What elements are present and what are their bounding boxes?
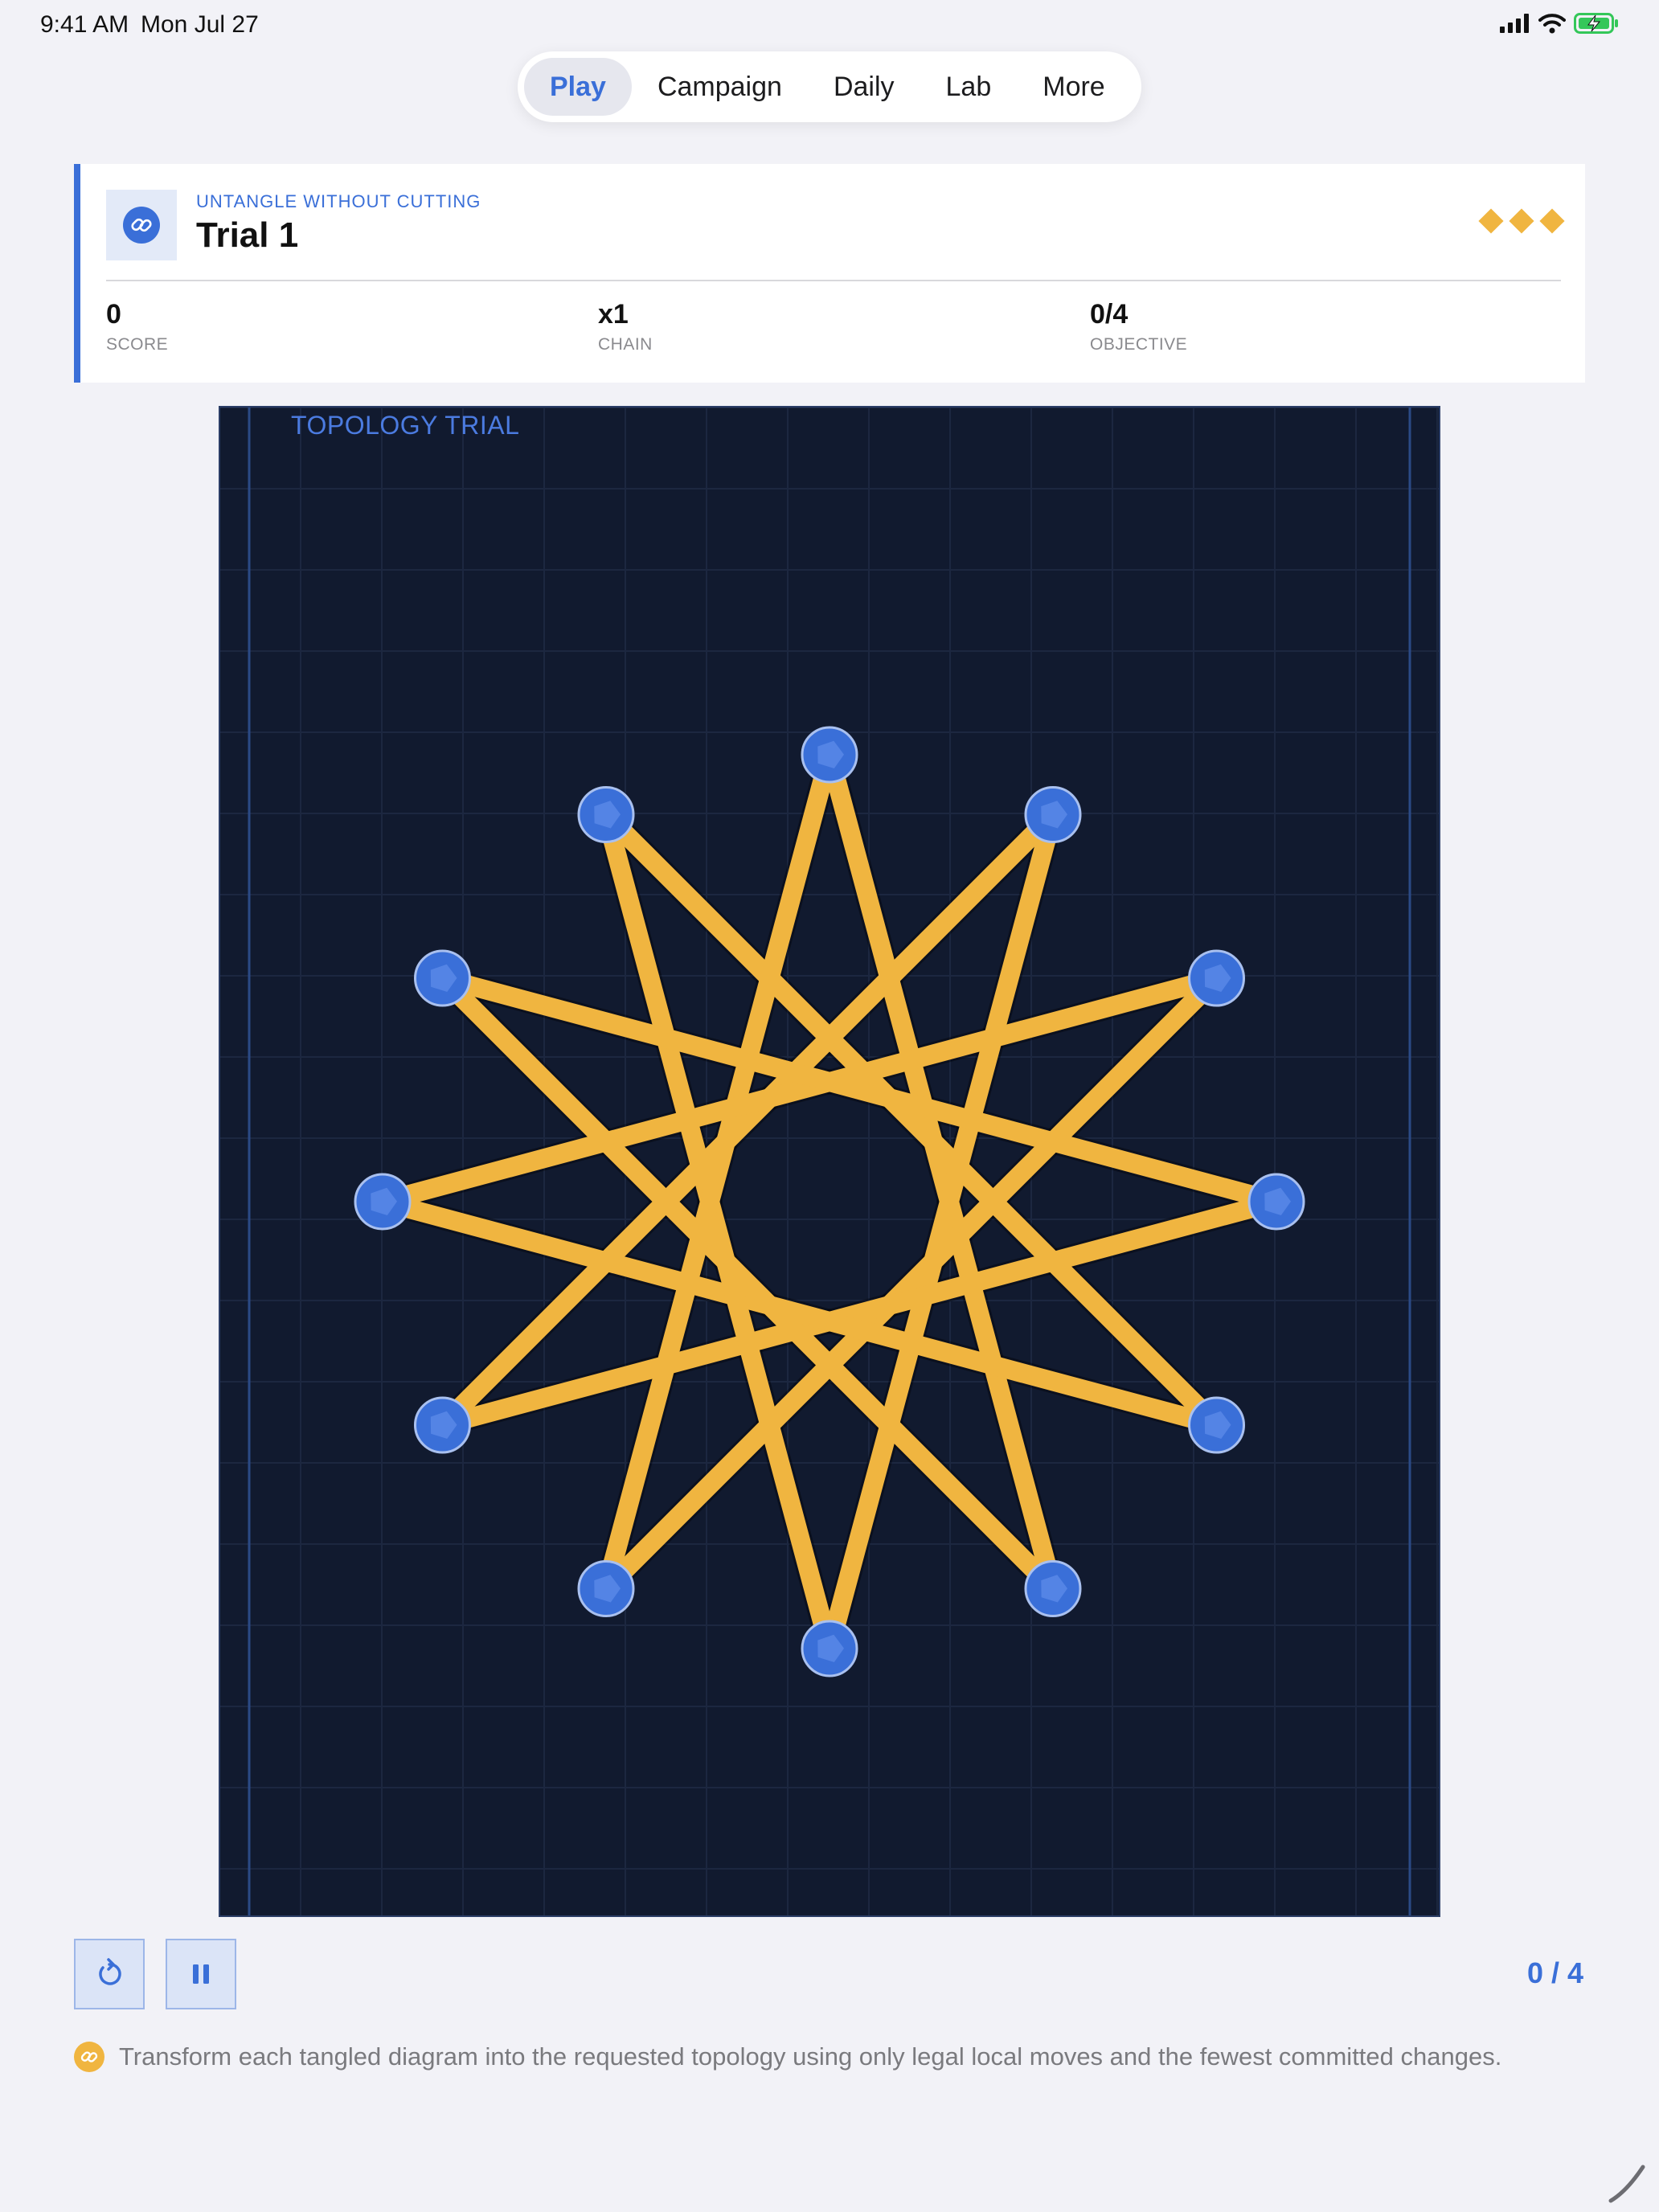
- objective-label: OBJECTIVE: [1090, 335, 1188, 354]
- rating-diamond-icon: [1478, 208, 1504, 234]
- chain-link-icon: [123, 207, 160, 244]
- knot-node[interactable]: [1024, 785, 1082, 843]
- battery-charging-icon: [1574, 13, 1618, 34]
- cellular-signal-icon: [1500, 14, 1529, 33]
- rotate-ccw-icon: [99, 1958, 121, 1985]
- hint-row: Transform each tangled diagram into the …: [74, 2042, 1501, 2072]
- knot-node[interactable]: [1024, 1560, 1082, 1618]
- knot-node[interactable]: [801, 1620, 858, 1677]
- chain-label: CHAIN: [598, 335, 653, 354]
- knot-node[interactable]: [1247, 1173, 1305, 1231]
- pause-button[interactable]: [166, 1939, 236, 2009]
- board-label: TOPOLOGY TRIAL: [291, 411, 520, 440]
- pause-icon: [193, 1964, 209, 1984]
- hint-text: Transform each tangled diagram into the …: [119, 2042, 1502, 2071]
- status-time: 9:41 AM: [40, 11, 129, 38]
- strand-layer: [371, 743, 1288, 1661]
- level-kicker: UNTANGLE WITHOUT CUTTING: [196, 191, 481, 211]
- objective-stat: 0/4 OBJECTIVE: [1090, 299, 1187, 354]
- tab-more[interactable]: More: [1017, 58, 1130, 116]
- knot-node[interactable]: [577, 1560, 635, 1618]
- tab-campaign[interactable]: Campaign: [632, 58, 808, 116]
- knot-node[interactable]: [413, 1396, 471, 1454]
- level-title: Trial 1: [196, 215, 299, 255]
- mode-badge: [106, 190, 177, 260]
- knot-diagram[interactable]: [220, 408, 1439, 1915]
- star-rating: [1478, 208, 1565, 234]
- reset-button[interactable]: [74, 1939, 145, 2009]
- board-grid: [220, 408, 1439, 1915]
- game-board[interactable]: TOPOLOGY TRIAL: [219, 406, 1440, 1917]
- level-header-card: UNTANGLE WITHOUT CUTTING Trial 1 0 SCORE…: [74, 164, 1585, 383]
- wifi-icon: [1538, 14, 1566, 34]
- knot-node[interactable]: [801, 726, 858, 784]
- chain-value: x1: [598, 299, 629, 330]
- knot-node[interactable]: [577, 785, 635, 843]
- tab-play[interactable]: Play: [524, 58, 632, 116]
- score-value: 0: [106, 299, 121, 330]
- knot-node[interactable]: [1188, 1396, 1246, 1454]
- pencil-indicator-icon: [1608, 2165, 1645, 2203]
- link-hint-icon: [74, 2042, 104, 2072]
- objective-progress: 0 / 4: [1526, 1956, 1583, 1989]
- objective-value: 0/4: [1090, 299, 1129, 330]
- tab-daily[interactable]: Daily: [808, 58, 920, 116]
- rating-diamond-icon: [1539, 208, 1565, 234]
- knot-node[interactable]: [1188, 949, 1246, 1007]
- header-divider: [106, 280, 1561, 281]
- rating-diamond-icon: [1509, 208, 1534, 234]
- status-bar: 9:41 AM Mon Jul 27: [0, 0, 1659, 51]
- score-label: SCORE: [106, 335, 169, 354]
- score-stat: 0 SCORE: [106, 299, 168, 354]
- knot-node[interactable]: [413, 949, 471, 1007]
- status-date: Mon Jul 27: [141, 11, 259, 38]
- main-nav: Play Campaign Daily Lab More: [518, 51, 1141, 122]
- knot-node[interactable]: [354, 1173, 412, 1231]
- tab-lab[interactable]: Lab: [920, 58, 1018, 116]
- chain-stat: x1 CHAIN: [598, 299, 653, 354]
- status-icons: [1500, 13, 1619, 34]
